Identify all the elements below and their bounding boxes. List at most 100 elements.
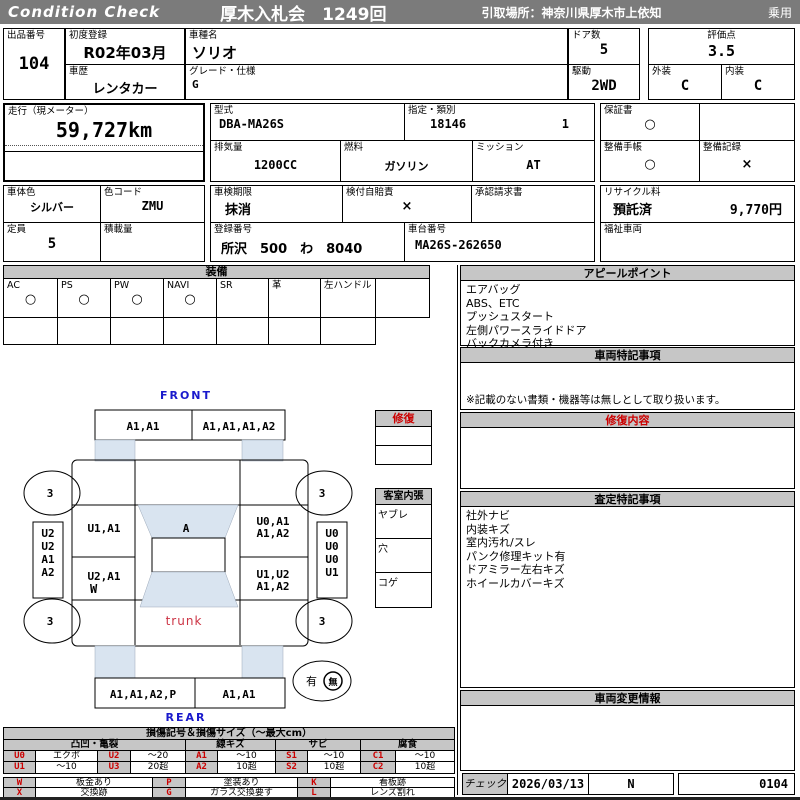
equipment-cell-blank bbox=[375, 278, 430, 318]
equipment-label: SR bbox=[220, 280, 233, 291]
divider bbox=[216, 318, 217, 344]
appeal-item: ABS、ETC bbox=[466, 296, 520, 310]
cabin-row-tear: ヤブレ bbox=[376, 505, 431, 539]
front-left-tire-depth: 3 bbox=[47, 487, 54, 500]
recycle-fee-value: 9,770円 bbox=[729, 203, 782, 218]
divider bbox=[57, 318, 58, 344]
legend-size: 〜10 bbox=[35, 761, 98, 774]
appeal-item: 左側パワースライドドア bbox=[466, 323, 587, 337]
vehicle-category: 乗用 bbox=[767, 5, 792, 20]
auction-title: 厚木入札会 1249回 bbox=[220, 4, 387, 25]
class-cell: 指定・類別 18146 1 bbox=[404, 103, 595, 141]
vehicle-notes-panel: 車両特記事項 ※記載のない書類・機器等は無しとして取り扱います。 bbox=[460, 347, 795, 410]
left-side-damage: A1 bbox=[41, 553, 55, 566]
check-number: 0104 bbox=[759, 777, 788, 791]
mileage-divider-solid bbox=[5, 151, 203, 152]
check-date-cell: 2026/03/13 bbox=[507, 773, 589, 795]
approval-request-cell: 承認請求書 bbox=[471, 185, 595, 223]
assessment-item: 社外ナビ bbox=[466, 509, 510, 522]
divider bbox=[110, 318, 111, 344]
exterior-grade-value: C bbox=[680, 78, 690, 94]
first-registration-value: R02年03月 bbox=[83, 44, 167, 62]
inspection-label: 車検期限 bbox=[214, 187, 253, 198]
cabin-row-burn: コゲ bbox=[378, 578, 398, 589]
first-registration-label: 初度登録 bbox=[69, 30, 108, 41]
equipment-mark: ○ bbox=[131, 292, 143, 307]
first-registration-cell: 初度登録 R02年03月 bbox=[65, 28, 185, 65]
class-label: 指定・類別 bbox=[408, 105, 456, 116]
service-record-mark: × bbox=[741, 157, 753, 172]
repair-mini-box: 修復 bbox=[375, 410, 432, 465]
history-value: レンタカー bbox=[92, 82, 158, 97]
equipment-label: AC bbox=[7, 280, 20, 291]
warranty-mark: ○ bbox=[644, 117, 656, 132]
fuel-value: ガソリン bbox=[384, 160, 429, 173]
rear-left-tire-depth: 3 bbox=[47, 615, 54, 628]
color-code-label: 色コード bbox=[104, 187, 143, 198]
repair-content-panel: 修復内容 bbox=[460, 412, 795, 489]
load-capacity-label: 積載量 bbox=[104, 224, 133, 235]
appeal-points-panel: アピールポイント エアバッグ ABS、ETC プッシュスタート 左側パワースライ… bbox=[460, 265, 795, 350]
interior-grade-label: 内装 bbox=[725, 66, 745, 77]
exterior-grade-label: 外装 bbox=[652, 66, 672, 77]
rear-label: REAR bbox=[166, 711, 207, 724]
class-number: 18146 bbox=[430, 117, 467, 131]
equipment-mark: ○ bbox=[184, 292, 196, 307]
warranty-label: 保証書 bbox=[604, 105, 633, 116]
presence-yes-label: 有 bbox=[306, 674, 317, 688]
divider bbox=[268, 318, 269, 344]
service-record-label: 整備記録 bbox=[703, 142, 742, 153]
color-code-cell: 色コード ZMU bbox=[100, 185, 205, 223]
capacity-cell: 定員 5 bbox=[3, 222, 101, 262]
equipment-mark: ○ bbox=[78, 292, 90, 307]
insurance-mark: × bbox=[401, 199, 413, 214]
drive-value: 2WD bbox=[591, 78, 617, 94]
legend-code: U3 bbox=[97, 761, 131, 774]
front-right-pillar bbox=[241, 439, 284, 462]
appeal-item: エアバッグ bbox=[466, 283, 521, 296]
equipment-cell-ac: AC ○ bbox=[3, 278, 58, 318]
legend-size: 20超 bbox=[130, 761, 186, 774]
service-book-cell: 整備手帳 ○ bbox=[600, 140, 700, 182]
equipment-cell-lhd: 左ハンドル bbox=[320, 278, 376, 318]
history-label2: 車歴 bbox=[69, 66, 89, 77]
assessment-notes-title: 査定特記事項 bbox=[461, 492, 794, 507]
equipment-title-bar: 装備 bbox=[3, 265, 430, 279]
score-value: 3.5 bbox=[707, 42, 736, 60]
check-label-cell: チェック bbox=[462, 773, 508, 795]
chassis-number-value: MA26S-262650 bbox=[415, 238, 502, 252]
left-front-door-damage: U1,A1 bbox=[87, 522, 120, 535]
doors-label: ドア数 bbox=[572, 30, 601, 41]
header-bar: Condition Check 厚木入札会 1249回 引取場所：神奈川県厚木市… bbox=[0, 0, 800, 25]
left-side-damage: U2 bbox=[41, 540, 54, 553]
divider bbox=[320, 318, 321, 344]
check-number-cell: 0104 bbox=[678, 773, 795, 795]
right-front-door-damage: A1,A2 bbox=[256, 527, 289, 540]
equipment-label: 左ハンドル bbox=[324, 280, 372, 291]
fuel-cell: 燃料 ガソリン bbox=[340, 140, 473, 182]
equipment-label: PS bbox=[61, 280, 73, 291]
rear-bumper-right-damage: A1,A1 bbox=[222, 688, 255, 701]
registration-number-label: 登録番号 bbox=[214, 224, 253, 235]
right-side-damage: U0 bbox=[325, 553, 338, 566]
insurance-cell: 検付自賠責 × bbox=[342, 185, 472, 223]
check-label: チェック bbox=[464, 778, 506, 790]
history-cell: 車検期限 車歴 レンタカー bbox=[65, 64, 185, 100]
legend-code: C2 bbox=[360, 761, 396, 774]
score-cell: 評価点 3.5 bbox=[648, 28, 795, 65]
legend-size: 10超 bbox=[217, 761, 276, 774]
appeal-points-title: アピールポイント bbox=[461, 266, 794, 281]
equipment-mark: ○ bbox=[24, 292, 37, 307]
model-name-cell: 車種名 ソリオ bbox=[185, 28, 568, 65]
right-side-damage: U1 bbox=[325, 566, 339, 579]
registration-number-cell: 登録番号 所沢 500 わ 8040 bbox=[210, 222, 405, 262]
assessment-item: パンク修理キット有 bbox=[466, 549, 566, 563]
body-color-cell: 車体色 シルバー bbox=[3, 185, 101, 223]
vehicle-notes-footnote: ※記載のない書類・機器等は無しとして取り扱います。 bbox=[466, 393, 726, 406]
rear-window bbox=[139, 571, 239, 608]
equipment-cell-leather: 革 bbox=[268, 278, 321, 318]
recycle-status: 預託済 bbox=[613, 203, 653, 218]
displacement-value: 1200CC bbox=[253, 158, 298, 172]
equipment-cell-pw: PW ○ bbox=[110, 278, 164, 318]
right-side-damage: U0 bbox=[325, 540, 338, 553]
